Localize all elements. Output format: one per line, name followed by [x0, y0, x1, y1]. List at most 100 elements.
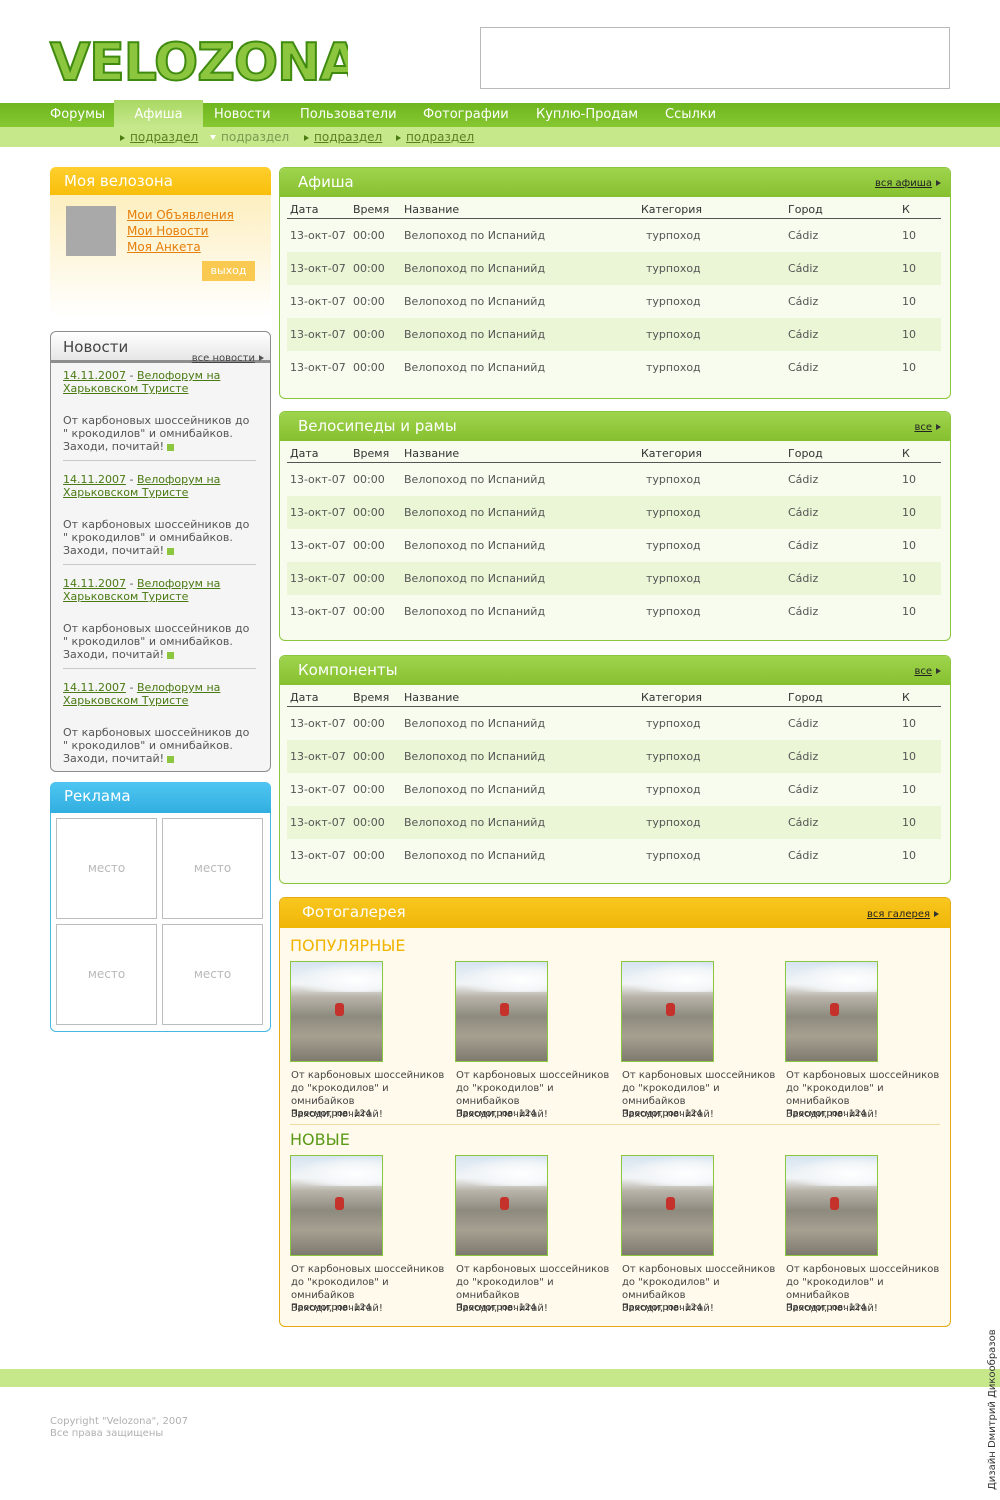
table-row[interactable]: 13-окт-07 00:00 Велопоход по Испанийд турпо… — [287, 595, 941, 628]
nav-item-afisha[interactable]: Афиша — [114, 100, 203, 127]
table-cell: 00:00 — [353, 506, 385, 519]
news-title-link[interactable]: Велофорум на — [137, 681, 220, 694]
photo-thumbnail[interactable] — [455, 961, 548, 1062]
table-row[interactable]: 13-окт-07 00:00 Велопоход по Испанийд турпо… — [287, 219, 941, 252]
news-title-link[interactable]: Харьковском Туристе — [63, 694, 188, 707]
top-banner[interactable] — [480, 27, 950, 89]
table-row[interactable]: 13-окт-07 00:00 Велопоход по Испанийд турпо… — [287, 806, 941, 839]
news-title-link[interactable]: Харьковском Туристе — [63, 590, 188, 603]
news-title-link[interactable]: Велофорум на — [137, 369, 220, 382]
column-header[interactable]: Время — [353, 203, 389, 216]
table-row[interactable]: 13-окт-07 00:00 Велопоход по Испанийд турпо… — [287, 562, 941, 595]
all-gallery-link[interactable]: вся галерея — [867, 908, 939, 922]
more-icon[interactable] — [167, 651, 175, 659]
table-row[interactable]: 13-окт-07 00:00 Велопоход по Испанийд турпо… — [287, 252, 941, 285]
photo-detail — [335, 1003, 344, 1016]
column-header[interactable]: Название — [404, 691, 459, 704]
column-header[interactable]: Дата — [290, 691, 318, 704]
column-header[interactable]: Дата — [290, 203, 318, 216]
photo-thumbnail[interactable] — [621, 1155, 714, 1256]
table-row[interactable]: 13-окт-07 00:00 Велопоход по Испанийд турпо… — [287, 285, 941, 318]
more-icon[interactable] — [167, 547, 175, 555]
subnav-item-2[interactable]: подраздел — [210, 130, 289, 144]
ad-slot[interactable]: место — [56, 924, 157, 1025]
more-icon[interactable] — [167, 443, 175, 451]
column-header[interactable]: К — [902, 447, 910, 460]
table-row[interactable]: 13-окт-07 00:00 Велопоход по Испанийд турпо… — [287, 496, 941, 529]
column-header[interactable]: Дата — [290, 447, 318, 460]
table-row[interactable]: 13-окт-07 00:00 Велопоход по Испанийд турпо… — [287, 351, 941, 384]
caption-line: до "крокодилов" и омнибайков — [622, 1083, 720, 1107]
news-date[interactable]: 14.11.2007 — [63, 681, 126, 694]
divider — [63, 460, 256, 461]
nav-item-forums[interactable]: Форумы — [50, 103, 105, 127]
divider — [290, 1124, 940, 1125]
column-header[interactable]: Город — [788, 691, 823, 704]
column-header[interactable]: Категория — [641, 203, 702, 216]
more-icon[interactable] — [167, 755, 175, 763]
photo-thumbnail[interactable] — [290, 1155, 383, 1256]
arrow-right-icon — [120, 134, 125, 141]
news-date[interactable]: 14.11.2007 — [63, 473, 126, 486]
table-cell: 13-окт-07 — [290, 262, 346, 275]
table-row[interactable]: 13-окт-07 00:00 Велопоход по Испанийд турпо… — [287, 529, 941, 562]
column-header[interactable]: Город — [788, 447, 823, 460]
table-row[interactable]: 13-окт-07 00:00 Велопоход по Испанийд турпо… — [287, 707, 941, 740]
table-cell: 00:00 — [353, 717, 385, 730]
ad-slot[interactable]: место — [162, 924, 263, 1025]
footer-bar — [0, 1369, 1000, 1387]
table-row[interactable]: 13-окт-07 00:00 Велопоход по Испанийд турпо… — [287, 839, 941, 872]
my-news-link[interactable]: Мои Новости — [127, 224, 208, 238]
nav-item-news[interactable]: Новости — [214, 103, 271, 127]
section-all-link[interactable]: все — [914, 421, 941, 435]
exit-button[interactable]: выход — [202, 261, 255, 281]
nav-item-photos[interactable]: Фотографии — [423, 103, 509, 127]
section-all-link[interactable]: все — [914, 665, 941, 679]
photo-thumbnail[interactable] — [785, 961, 878, 1062]
photo-gallery: Фотогалерея вся галерея ПОПУЛЯРНЫЕ От ка… — [279, 897, 951, 1327]
photo-views: Просмотров: 124 — [786, 1303, 867, 1313]
column-header[interactable]: Город — [788, 203, 823, 216]
subnav-item-1[interactable]: подраздел — [120, 130, 198, 144]
column-header[interactable]: Категория — [641, 447, 702, 460]
column-header[interactable]: Название — [404, 203, 459, 216]
my-ads-link[interactable]: Мои Объявления — [127, 208, 234, 222]
subnav-item-4[interactable]: подраздел — [396, 130, 474, 144]
column-header[interactable]: Время — [353, 691, 389, 704]
news-title-link[interactable]: Велофорум на — [137, 473, 220, 486]
column-header[interactable]: Название — [404, 447, 459, 460]
news-title-link[interactable]: Велофорум на — [137, 577, 220, 590]
all-news-label: все новости — [191, 353, 255, 364]
column-header[interactable]: Категория — [641, 691, 702, 704]
avatar[interactable] — [66, 206, 116, 256]
nav-item-users[interactable]: Пользователи — [300, 103, 397, 127]
table-row[interactable]: 13-окт-07 00:00 Велопоход по Испанийд турпо… — [287, 773, 941, 806]
table-cell: Cádiz — [788, 816, 819, 829]
photo-thumbnail[interactable] — [621, 961, 714, 1062]
news-title-link[interactable]: Харьковском Туристе — [63, 382, 188, 395]
velozona-logo[interactable]: VELOZONA — [48, 28, 348, 88]
subnav-item-3[interactable]: подраздел — [304, 130, 382, 144]
nav-item-buy-sell[interactable]: Куплю-Продам — [536, 103, 638, 127]
ad-slot[interactable]: место — [162, 818, 263, 919]
news-title-link[interactable]: Харьковском Туристе — [63, 486, 188, 499]
photo-thumbnail[interactable] — [455, 1155, 548, 1256]
table-row[interactable]: 13-окт-07 00:00 Велопоход по Испанийд турпо… — [287, 463, 941, 496]
caption-line: От карбоновых шоссейников — [291, 1264, 445, 1275]
news-date[interactable]: 14.11.2007 — [63, 577, 126, 590]
table-cell: Cádiz — [788, 295, 819, 308]
photo-thumbnail[interactable] — [785, 1155, 878, 1256]
ad-slot[interactable]: место — [56, 818, 157, 919]
table-cell: Велопоход по Испанийд — [404, 750, 546, 763]
column-header[interactable]: Время — [353, 447, 389, 460]
table-row[interactable]: 13-окт-07 00:00 Велопоход по Испанийд турпо… — [287, 318, 941, 351]
column-header[interactable]: К — [902, 203, 910, 216]
table-cell: 00:00 — [353, 473, 385, 486]
table-row[interactable]: 13-окт-07 00:00 Велопоход по Испанийд турпо… — [287, 740, 941, 773]
column-header[interactable]: К — [902, 691, 910, 704]
news-date[interactable]: 14.11.2007 — [63, 369, 126, 382]
my-profile-link[interactable]: Моя Анкета — [127, 240, 201, 254]
photo-thumbnail[interactable] — [290, 961, 383, 1062]
nav-item-links[interactable]: Ссылки — [665, 103, 716, 127]
section-all-link[interactable]: вся афиша — [875, 177, 941, 191]
